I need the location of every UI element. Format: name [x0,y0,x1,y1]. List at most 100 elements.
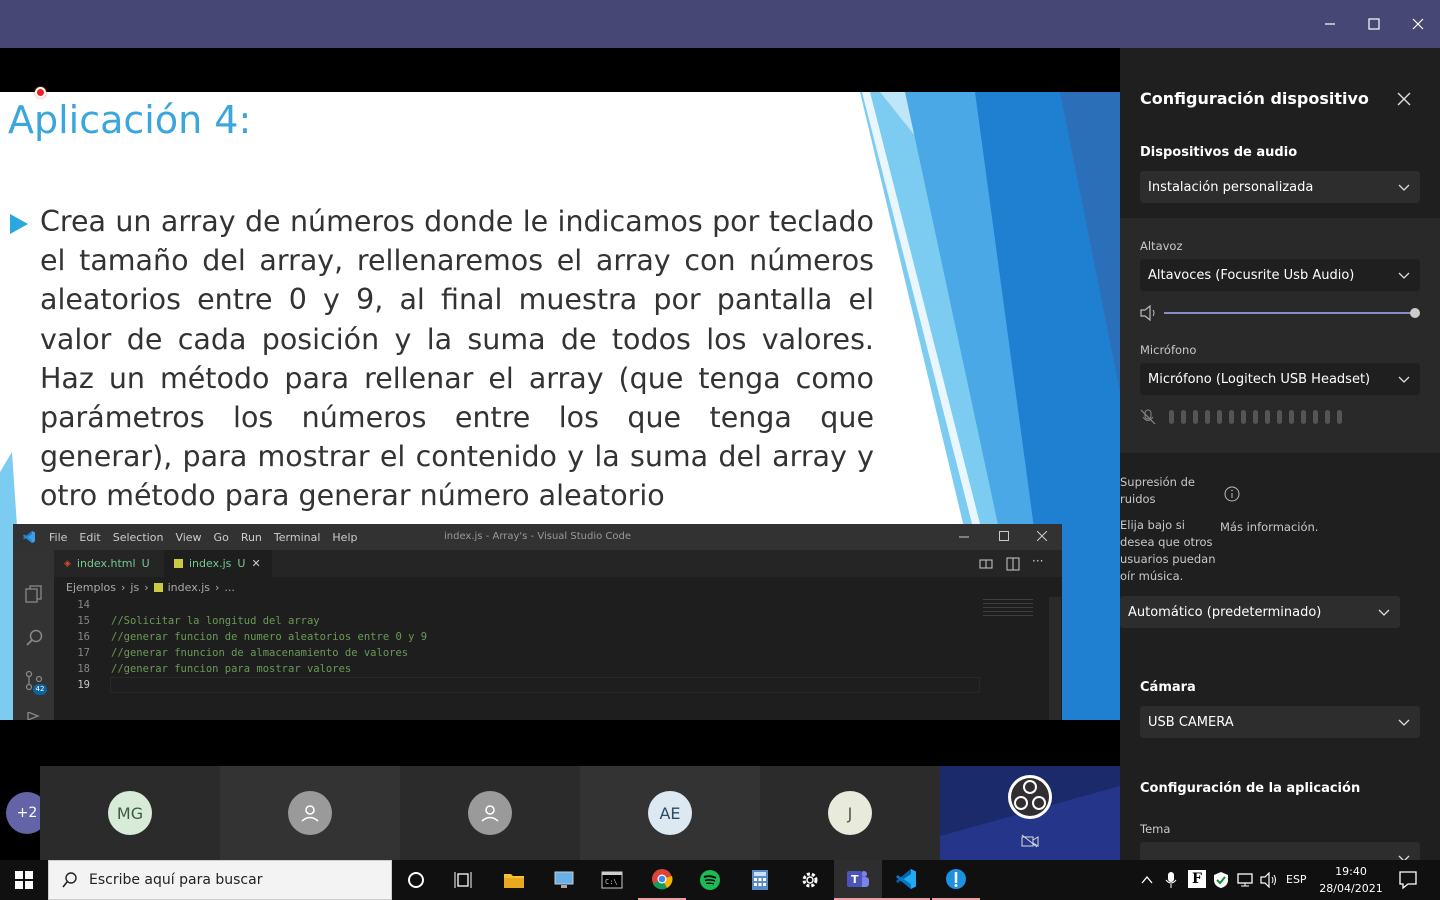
speaker-label: Altavoz [1140,239,1183,253]
cortana-button[interactable] [392,860,440,900]
participant-tile[interactable]: AE [580,766,760,860]
device-settings-panel: Configuración dispositivo Dispositivos d… [1120,48,1440,860]
line-number: 18 [77,663,90,675]
vscode-maximize-icon[interactable] [999,531,1009,541]
vscode-close-icon[interactable] [1037,531,1047,541]
participant-tile[interactable] [220,766,400,860]
noise-suppression-dropdown[interactable]: Automático (predeterminado) [1120,596,1400,628]
terminal-icon: C:\ [601,871,623,889]
spotify-button[interactable] [686,860,734,900]
participant-tile[interactable]: J [760,766,940,860]
teams-button[interactable]: T [834,860,882,900]
chevron-up-icon[interactable] [1140,874,1154,886]
chevron-down-icon [1398,719,1410,726]
code-line[interactable]: //generar funcion para mostrar valores [111,663,351,675]
taskbar-search-box[interactable]: Escribe aquí para buscar [48,860,392,900]
chevron-down-icon [1398,376,1410,383]
audio-devices-dropdown[interactable]: Instalación personalizada [1140,171,1420,203]
close-panel-icon[interactable] [1397,92,1411,106]
laser-pointer-icon [35,87,46,98]
search-placeholder: Escribe aquí para buscar [89,872,263,888]
gear-icon [802,872,818,888]
js-file-icon [153,582,163,592]
minimize-icon[interactable] [1308,0,1352,48]
fontforge-icon[interactable]: F [1188,870,1206,888]
security-shield-icon[interactable] [1212,871,1230,889]
noise-description: Elija bajo si desea que otros usuarios p… [1120,518,1216,583]
compare-changes-icon[interactable] [979,557,993,571]
breadcrumb: Ejemplos › js › index.js › ... [66,580,235,594]
search-icon [62,872,77,888]
window-titlebar [0,0,1440,48]
mic-level-bar [1241,410,1246,424]
search-icon[interactable] [24,628,44,648]
source-control-badge: 42 [33,684,47,695]
clock[interactable]: 19:40 28/04/2021 [1318,863,1384,897]
panel-title: Configuración dispositivo [1140,89,1369,108]
calculator-button[interactable] [736,860,784,900]
mic-level-bar [1169,410,1174,424]
run-debug-icon[interactable] [23,712,43,720]
mic-level-bar [1289,410,1294,424]
participant-tile[interactable]: MG [40,766,220,860]
settings-button[interactable] [786,860,834,900]
theme-dropdown[interactable] [1140,842,1420,860]
speaker-volume-icon [1140,304,1155,322]
microphone-icon[interactable] [1164,871,1178,889]
network-icon[interactable] [1236,872,1254,888]
mic-level-bar [1277,410,1282,424]
mic-level-bar [1217,410,1222,424]
volume-slider-thumb[interactable] [1410,308,1420,318]
start-button[interactable] [0,860,48,900]
audio-devices-label: Dispositivos de audio [1140,145,1298,160]
explorer-icon[interactable] [24,584,44,604]
avatar: MG [108,791,152,835]
scrollbar[interactable] [1049,597,1061,720]
minimap[interactable] [983,599,1033,619]
noise-suppression-label: Supresión de ruidos [1120,475,1195,506]
tab-index-html[interactable]: ◈ index.html U [54,550,162,577]
self-video-tile[interactable] [940,766,1120,860]
code-line[interactable]: //generar fnuncion de almacenamiento de … [111,647,408,659]
windows-logo-icon [15,871,33,889]
participant-tile[interactable] [400,766,580,860]
avatar [468,791,512,835]
file-explorer-button[interactable] [490,860,538,900]
volume-icon[interactable] [1260,872,1278,888]
code-line[interactable]: //Solicitar la longitud del array [111,615,320,627]
chevron-down-icon [1398,855,1410,860]
teams-icon: T [847,871,869,887]
line-number: 15 [77,615,90,627]
task-view-button[interactable] [440,860,488,900]
language-indicator[interactable]: ESP [1286,873,1307,886]
speaker-dropdown[interactable]: Altavoces (Focusrite Usb Audio) [1140,259,1420,291]
notifications-icon[interactable] [1398,870,1418,890]
split-editor-icon[interactable] [1006,557,1020,571]
maximize-icon[interactable] [1352,0,1396,48]
code-editor[interactable]: 14 15 //Solicitar la longitud del array 16 /… [54,597,994,720]
mic-level-bar [1229,410,1234,424]
tab-close-icon[interactable]: ✕ [251,557,260,570]
remote-desktop-button[interactable] [540,860,588,900]
html-file-icon: ◈ [64,558,71,569]
microphone-dropdown[interactable]: Micrófono (Logitech USB Headset) [1140,363,1420,395]
tab-index-js[interactable]: index.js U ✕ [164,550,272,577]
js-file-icon [174,559,183,568]
close-window-icon[interactable] [1396,0,1440,48]
more-actions-icon[interactable]: ··· [1032,554,1043,568]
chrome-button[interactable] [638,860,686,900]
app-pinned-button[interactable] [932,860,980,900]
vscode-titlebar: File Edit Selection View Go Run Terminal Help i… [13,524,1062,550]
cortana-icon [408,872,424,888]
obs-logo-icon [1008,775,1052,819]
vscode-button[interactable] [882,860,930,900]
more-info-link[interactable]: Más información. [1220,520,1318,534]
info-icon[interactable] [1223,485,1241,503]
volume-slider[interactable] [1164,312,1415,314]
terminal-button[interactable]: C:\ [588,860,636,900]
person-icon [481,805,499,822]
vscode-minimize-icon[interactable] [959,532,969,542]
vscode-icon [896,869,916,889]
camera-dropdown[interactable]: USB CAMERA [1140,706,1420,738]
code-line[interactable]: //generar funcion de numero aleatorios e… [111,631,427,643]
